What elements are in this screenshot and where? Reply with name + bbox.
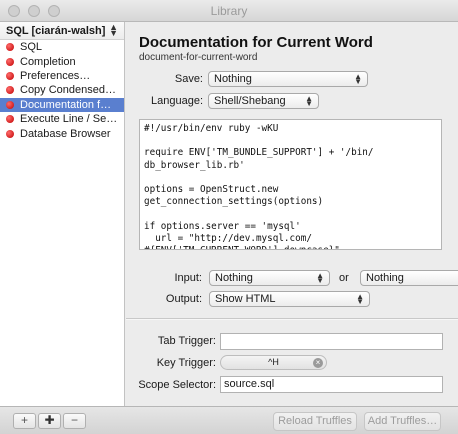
command-label: Execute Line / Se… <box>20 113 118 126</box>
divider-highlight <box>126 319 458 320</box>
save-label: Save: <box>174 73 203 85</box>
command-icon <box>6 57 14 66</box>
output-label: Output: <box>165 293 202 305</box>
command-item[interactable]: SQL <box>0 40 124 54</box>
language-popup-value: Shell/Shebang <box>214 95 286 107</box>
key-trigger-value: ^H <box>268 357 279 367</box>
command-item-selected[interactable]: Documentation f… <box>0 97 124 112</box>
updown-arrows-icon: ▲ ▼ <box>356 292 364 306</box>
title-bar: Library <box>0 0 458 22</box>
command-icon <box>6 100 14 109</box>
output-popup[interactable]: Show HTML ▲ ▼ <box>209 291 370 307</box>
clear-icon[interactable]: × <box>313 358 323 368</box>
language-popup[interactable]: Shell/Shebang ▲ ▼ <box>208 93 319 109</box>
command-icon <box>6 71 14 80</box>
updown-arrows-icon: ▲ ▼ <box>305 94 313 108</box>
code-text: #!/usr/bin/env ruby -wKU require ENV['TM… <box>144 123 374 249</box>
scope-selector-field[interactable]: source.sql <box>220 376 443 393</box>
remove-item-button[interactable]: − <box>63 413 86 429</box>
code-editor[interactable]: #!/usr/bin/env ruby -wKU require ENV['TM… <box>139 119 442 250</box>
input-fallback-popup[interactable]: Nothing <box>360 270 458 286</box>
command-item[interactable]: Completion <box>0 54 124 68</box>
page-title: Documentation for Current Word <box>139 34 373 51</box>
command-icon <box>6 129 14 138</box>
reload-truffles-button[interactable]: Reload Truffles <box>273 412 357 431</box>
command-label: SQL <box>20 41 43 54</box>
add-truffles-button[interactable]: Add Truffles… <box>364 412 441 431</box>
command-label: Documentation f… <box>20 98 112 111</box>
language-label: Language: <box>151 95 203 107</box>
updown-arrows-icon: ▲ ▼ <box>354 72 362 86</box>
command-item[interactable]: Database Browser <box>0 126 124 140</box>
command-icon <box>6 86 14 95</box>
command-item[interactable]: Execute Line / Se… <box>0 112 124 126</box>
or-label: or <box>339 272 349 284</box>
command-item[interactable]: Preferences… <box>0 69 124 83</box>
command-label: Copy Condensed… <box>20 84 117 97</box>
updown-arrows-icon: ▲ ▼ <box>316 271 324 285</box>
add-item-button[interactable]: + <box>13 413 36 429</box>
command-icon <box>6 43 14 52</box>
window-title: Library <box>210 4 248 18</box>
sidebar: SQL [ciarán-walsh] ▲ ▼ SQL Completion Pre… <box>0 22 125 406</box>
bundle-select-label: SQL [ciarán-walsh] <box>6 25 106 37</box>
key-trigger-label: Key Trigger: <box>156 357 216 369</box>
command-uuid-name: document-for-current-word <box>139 52 258 63</box>
input-label: Input: <box>174 272 202 284</box>
command-label: Database Browser <box>20 127 111 140</box>
input-popup-value: Nothing <box>215 272 253 284</box>
command-item[interactable]: Copy Condensed… <box>0 83 124 97</box>
add-item-menu-button[interactable]: ✚ <box>38 413 61 429</box>
input-popup[interactable]: Nothing ▲ ▼ <box>209 270 330 286</box>
key-trigger-field[interactable]: ^H × <box>220 355 327 370</box>
command-label: Preferences… <box>20 69 91 82</box>
command-list: SQL Completion Preferences… Copy Condens… <box>0 40 124 141</box>
command-icon <box>6 115 14 124</box>
command-label: Completion <box>20 55 76 68</box>
bottom-toolbar: + ✚ − Reload Truffles Add Truffles… <box>0 406 458 434</box>
save-popup-value: Nothing <box>214 73 252 85</box>
save-popup[interactable]: Nothing ▲ ▼ <box>208 71 368 87</box>
scope-selector-label: Scope Selector: <box>138 379 216 391</box>
output-popup-value: Show HTML <box>215 293 276 305</box>
input-fallback-value: Nothing <box>366 272 404 284</box>
tab-trigger-label: Tab Trigger: <box>157 335 216 347</box>
updown-arrows-icon: ▲ ▼ <box>109 22 118 38</box>
bundle-select[interactable]: SQL [ciarán-walsh] ▲ ▼ <box>0 22 124 40</box>
tab-trigger-field[interactable] <box>220 333 443 350</box>
command-editor-panel: Documentation for Current Word document-… <box>126 22 458 406</box>
